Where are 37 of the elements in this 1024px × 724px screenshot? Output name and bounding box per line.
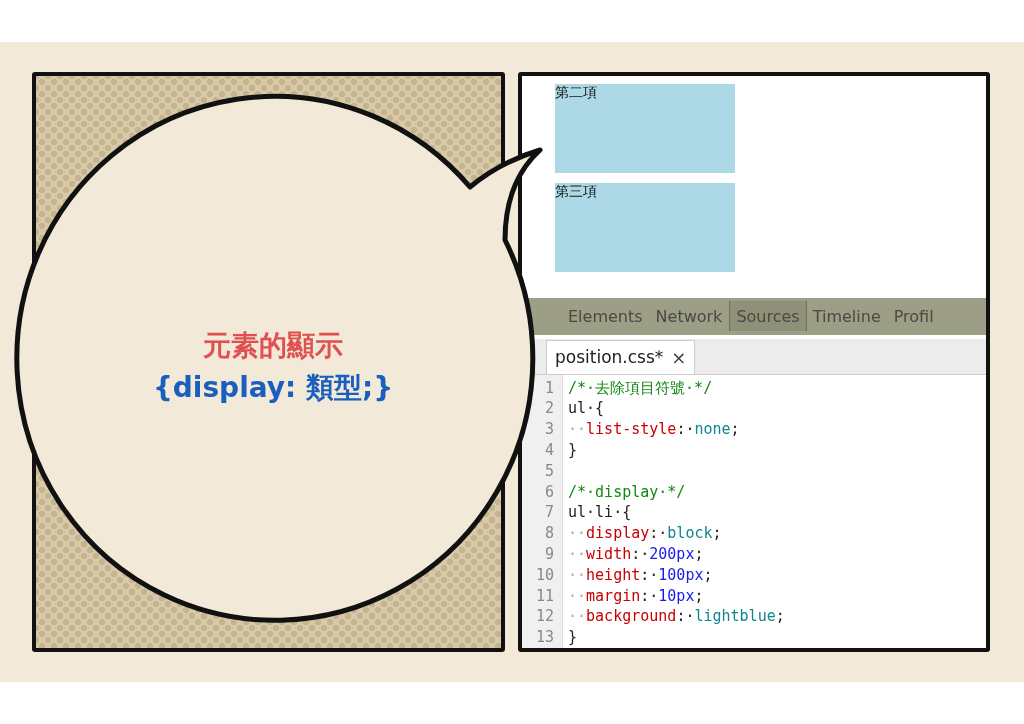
- line-number: 8: [543, 523, 555, 544]
- line-number: 9: [543, 544, 555, 565]
- close-icon[interactable]: ×: [671, 346, 687, 368]
- code-line: ··height:·100px;: [568, 564, 713, 586]
- line-number: 11: [534, 585, 555, 607]
- line-number: 13: [534, 627, 555, 648]
- code-line: }: [568, 440, 578, 461]
- code-line: ··background:·lightblue;: [568, 606, 785, 628]
- code-line: }: [568, 627, 578, 648]
- line-number: 10: [534, 564, 555, 586]
- code-line: ul·{: [568, 398, 605, 420]
- line-number: 1: [543, 377, 555, 399]
- code-line: ··margin:·10px;: [568, 585, 704, 607]
- code-line: ··list-style:·none;: [568, 419, 740, 441]
- bubble-title: 元素的顯示: [203, 328, 343, 364]
- code-line: /*·display·*/: [568, 481, 686, 503]
- line-number: 7: [543, 502, 555, 524]
- devtools-tab[interactable]: Profil: [887, 301, 941, 332]
- devtools-tab[interactable]: Sources: [729, 301, 807, 332]
- code-line: ul·li·{: [568, 502, 632, 524]
- list-item-text: 第二項: [555, 84, 597, 100]
- code-line: ··display:·block;: [568, 523, 722, 544]
- devtools-tab[interactable]: Timeline: [806, 301, 888, 332]
- line-number: 12: [534, 606, 555, 628]
- line-number: 3: [543, 419, 555, 441]
- code-line: ··width:·200px;: [568, 544, 704, 565]
- file-name: position.css*: [555, 347, 664, 368]
- code-line: /*·去除項目符號·*/: [568, 377, 713, 399]
- line-number: 4: [543, 440, 555, 461]
- line-number: 5: [543, 460, 555, 482]
- list-item-text: 第三項: [555, 183, 597, 199]
- devtools-tab[interactable]: Network: [649, 301, 730, 332]
- devtools-tab[interactable]: Elements: [562, 301, 650, 332]
- line-number: 6: [543, 481, 555, 503]
- line-number: 2: [543, 398, 555, 420]
- file-tab[interactable]: position.css* ×: [546, 339, 696, 374]
- bubble-syntax: {display: 類型;}: [152, 370, 394, 406]
